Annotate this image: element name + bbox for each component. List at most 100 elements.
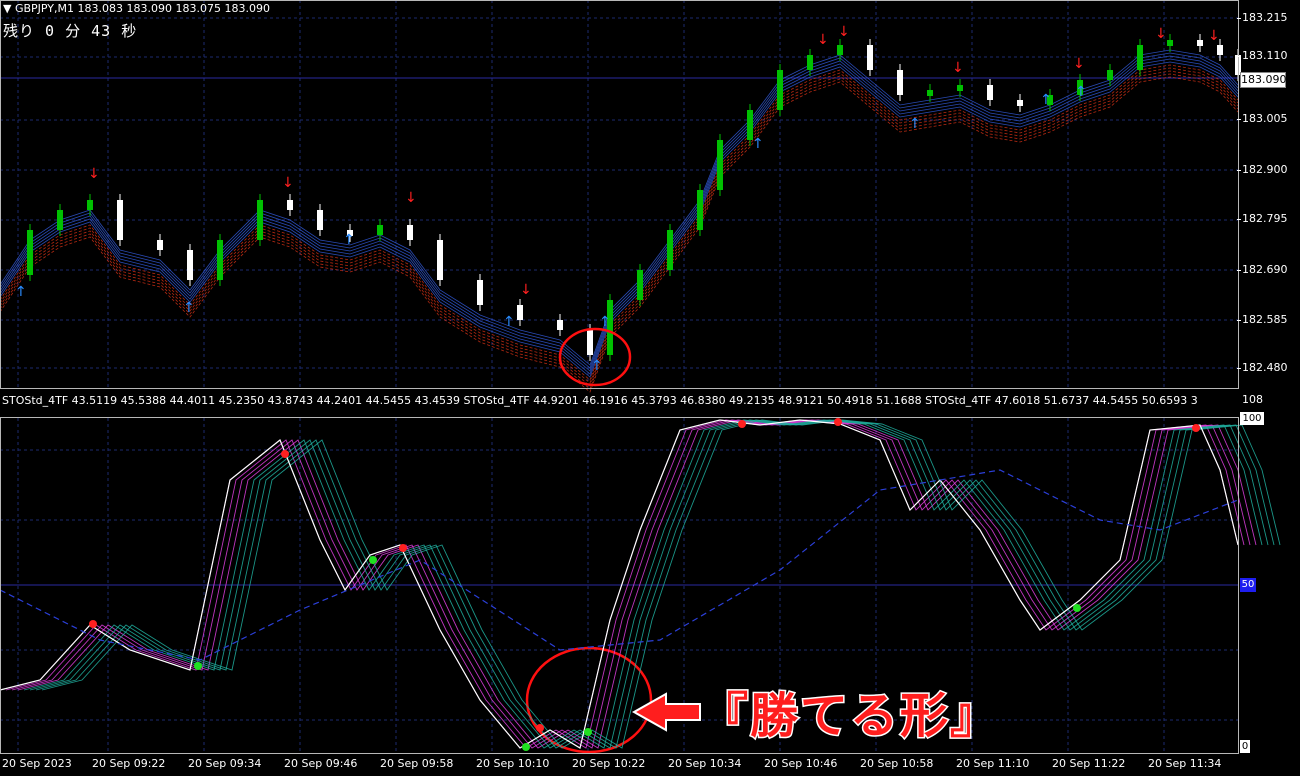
time-tick: 20 Sep 10:58 <box>860 757 934 770</box>
ma-ribbon-line <box>0 64 1239 381</box>
chart-header: ▼ GBPJPY,M1 183.083 183.090 183.075 183.… <box>3 2 270 15</box>
time-tick: 20 Sep 09:58 <box>380 757 454 770</box>
osc-signal-line <box>29 419 1269 749</box>
osc-sell-dot <box>281 450 289 458</box>
osc-buy-dot <box>584 728 592 736</box>
candle-body <box>557 320 563 330</box>
sell-arrow-icon: ↓ <box>520 282 532 298</box>
time-tick: 20 Sep 10:34 <box>668 757 742 770</box>
osc-sell-dot <box>1192 424 1200 432</box>
candle-body <box>957 85 963 91</box>
candle-body <box>777 70 783 110</box>
time-tick: 20 Sep 10:46 <box>764 757 838 770</box>
candle-body <box>157 240 163 250</box>
candle-body <box>1167 40 1173 46</box>
candle-body <box>437 240 443 280</box>
candle-body <box>1217 45 1223 55</box>
ma-ribbon-line <box>0 70 1239 387</box>
buy-arrow-icon: ↑ <box>599 314 611 330</box>
osc-level-50: 50 <box>1240 578 1256 592</box>
buy-arrow-icon: ↑ <box>1040 92 1052 108</box>
chart-canvas[interactable]: ↓ ↓ ↓ ↓ ↓ ↓ ↓ ↓ ↓ ↓ ↑ ↑ ↑ ↑ ↑ ↑ ↑ ↑ ↑ ↑ <box>0 0 1300 776</box>
candle-body <box>407 225 413 240</box>
candle-body <box>1137 45 1143 70</box>
sell-arrow-icon: ↓ <box>282 175 294 191</box>
candle-body <box>87 200 93 210</box>
candle-body <box>807 55 813 70</box>
candle-body <box>57 210 63 230</box>
osc-buy-dot <box>194 662 202 670</box>
osc-signal-line <box>35 419 1275 749</box>
time-tick: 20 Sep 10:22 <box>572 757 646 770</box>
osc-level-0: 0 <box>1240 740 1250 753</box>
price-tick: 183.110 <box>1237 49 1288 62</box>
candle-body <box>667 230 673 270</box>
buy-arrow-icon: ↑ <box>15 284 27 300</box>
time-tick: 20 Sep 09:22 <box>92 757 166 770</box>
candle-body <box>517 305 523 320</box>
candle-body <box>837 45 843 55</box>
buy-arrow-icon: ↑ <box>591 358 603 374</box>
osc-signal-line <box>0 419 1239 749</box>
candle-body <box>897 70 903 95</box>
osc-sell-dot <box>89 620 97 628</box>
candle-body <box>27 230 33 275</box>
osc-buy-dot <box>369 556 377 564</box>
candle-body <box>287 200 293 210</box>
sell-arrow-icon: ↓ <box>1073 56 1085 72</box>
buy-arrow-icon: ↑ <box>183 300 195 316</box>
oscillator-header: STOStd_4TF 43.5119 45.5388 44.4011 45.23… <box>2 394 1198 407</box>
osc-sell-dot <box>738 420 746 428</box>
time-tick: 20 Sep 09:46 <box>284 757 358 770</box>
dropdown-triangle-icon[interactable]: ▼ <box>3 2 11 15</box>
buy-arrow-icon: ↑ <box>752 136 764 152</box>
buy-arrow-icon: ↑ <box>343 232 355 248</box>
price-tick: 183.215 <box>1237 11 1288 24</box>
candle-body <box>117 200 123 240</box>
candle-body <box>257 200 263 240</box>
candle-body <box>187 250 193 280</box>
price-tick: 182.900 <box>1237 163 1288 176</box>
ma-ribbon-line <box>0 58 1239 375</box>
price-tick: 183.005 <box>1237 112 1288 125</box>
candle-body <box>477 280 483 305</box>
osc-sell-dot <box>536 724 544 732</box>
winning-pattern-annotation: 『勝てる形』 <box>698 687 1001 746</box>
osc-signal-line <box>11 419 1251 749</box>
price-tick: 182.690 <box>1237 263 1288 276</box>
ma-ribbon-line <box>0 76 1239 393</box>
candle-body <box>1107 70 1113 80</box>
candle-body <box>587 330 593 355</box>
osc-sell-dot <box>399 544 407 552</box>
candle-body <box>867 45 873 70</box>
candle-body <box>1197 40 1203 46</box>
osc-level-100: 100 <box>1240 412 1264 425</box>
candle-body <box>697 190 703 230</box>
time-tick: 20 Sep 11:22 <box>1052 757 1126 770</box>
sell-arrow-icon: ↓ <box>838 24 850 40</box>
osc-sell-dot <box>834 418 842 426</box>
price-tick: 182.585 <box>1237 313 1288 326</box>
buy-arrow-icon: ↑ <box>1075 84 1087 100</box>
symbol-timeframe: GBPJPY,M1 <box>14 2 75 15</box>
osc-signal-line <box>5 419 1245 749</box>
candle-body <box>637 270 643 300</box>
time-tick: 20 Sep 11:34 <box>1148 757 1222 770</box>
bar-timer: 残り 0 分 43 秒 <box>3 22 138 40</box>
osc-signal-line <box>17 419 1257 749</box>
time-tick: 20 Sep 10:10 <box>476 757 550 770</box>
time-tick: 20 Sep 09:34 <box>188 757 262 770</box>
candle-body <box>217 240 223 280</box>
ohlc-values: 183.083 183.090 183.075 183.090 <box>77 2 270 15</box>
time-tick: 20 Sep 11:10 <box>956 757 1030 770</box>
candle-body <box>1017 100 1023 106</box>
candle-body <box>377 225 383 235</box>
time-tick: 20 Sep 2023 <box>2 757 72 770</box>
osc-buy-dot <box>1073 604 1081 612</box>
ma-ribbon-line <box>0 73 1239 390</box>
price-tick: 182.480 <box>1237 361 1288 374</box>
osc-signal-line <box>23 419 1263 749</box>
sell-arrow-icon: ↓ <box>88 166 100 182</box>
osc-scale-max: 108 <box>1242 393 1263 406</box>
sell-arrow-icon: ↓ <box>1208 28 1220 44</box>
